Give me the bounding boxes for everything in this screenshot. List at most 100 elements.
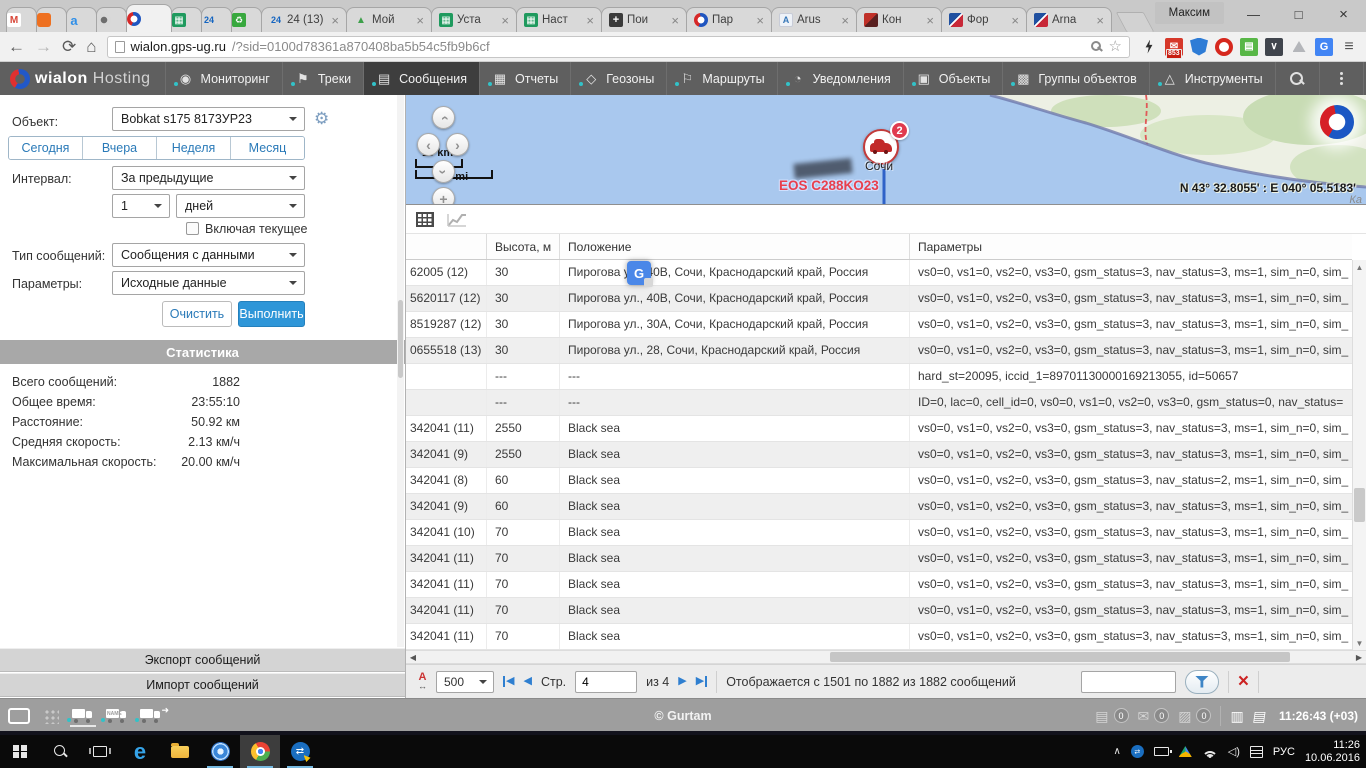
map-pan-up-button[interactable]: › bbox=[432, 106, 455, 129]
drive-extension-icon[interactable] bbox=[1290, 38, 1308, 56]
back-icon[interactable]: ← bbox=[8, 38, 25, 55]
browser-tab[interactable]: Мой × bbox=[346, 7, 432, 32]
teamviewer-tray-icon[interactable]: ⇄ bbox=[1131, 745, 1144, 758]
scroll-right-icon[interactable]: ▶ bbox=[1352, 651, 1366, 663]
table-row[interactable]: 5620117 (12) 30 Пирогова ул., 40В, Сочи,… bbox=[406, 286, 1352, 312]
panel-scrollbar[interactable] bbox=[397, 95, 404, 647]
quick-range-button[interactable]: Месяц bbox=[230, 137, 304, 159]
close-tab-icon[interactable]: × bbox=[841, 14, 849, 27]
scroll-down-icon[interactable]: ▼ bbox=[1353, 636, 1366, 650]
object-select[interactable]: Bobkat s175 8173УР23 bbox=[112, 107, 305, 131]
google-drive-tray-icon[interactable] bbox=[1179, 746, 1192, 757]
tray-expand-icon[interactable]: ∧ bbox=[1113, 746, 1120, 757]
map-pan-down-button[interactable]: › bbox=[432, 160, 455, 183]
nav-item[interactable]: Отчеты bbox=[479, 62, 570, 95]
table-row[interactable]: 342041 (8) 60 Black sea vs0=0, vs1=0, vs… bbox=[406, 468, 1352, 494]
browser-tab[interactable]: × bbox=[171, 7, 202, 32]
new-tab-button[interactable] bbox=[1116, 12, 1155, 32]
table-row[interactable]: 342041 (11) 2550 Black sea vs0=0, vs1=0,… bbox=[406, 416, 1352, 442]
table-row[interactable]: 342041 (11) 70 Black sea vs0=0, vs1=0, v… bbox=[406, 546, 1352, 572]
table-row[interactable]: 342041 (9) 2550 Black sea vs0=0, vs1=0, … bbox=[406, 442, 1352, 468]
table-row[interactable]: 342041 (11) 70 Black sea vs0=0, vs1=0, v… bbox=[406, 624, 1352, 650]
browser-profile-name[interactable]: Максим bbox=[1155, 2, 1224, 24]
quick-range-button[interactable]: Вчера bbox=[82, 137, 156, 159]
wifi-icon[interactable] bbox=[1202, 746, 1218, 758]
show-units-icon[interactable] bbox=[72, 709, 93, 720]
bookmark-star-icon[interactable]: ☆ bbox=[1109, 39, 1122, 54]
vertical-scrollbar[interactable]: ▲ ▼ bbox=[1352, 260, 1366, 650]
close-tab-icon[interactable]: × bbox=[586, 14, 594, 27]
interval-count-select[interactable]: 1 bbox=[112, 194, 170, 218]
language-indicator[interactable]: РУС bbox=[1273, 746, 1295, 758]
translate-extension-icon[interactable]: G bbox=[1315, 38, 1333, 56]
teamviewer-button[interactable]: ⇄ bbox=[280, 735, 320, 768]
nav-item[interactable]: Маршруты bbox=[666, 62, 776, 95]
map[interactable]: › ‹ › › + 10 km 10 mi 2 Сочи EOS C288KO2… bbox=[406, 95, 1366, 205]
wrench-icon[interactable]: ⚙ bbox=[314, 109, 329, 129]
search-button[interactable] bbox=[1275, 62, 1319, 95]
close-button[interactable]: × bbox=[1321, 0, 1366, 28]
prev-page-icon[interactable]: ◀ bbox=[523, 676, 531, 687]
edge-button[interactable]: e bbox=[120, 735, 160, 768]
table-row[interactable]: 62005 (12) 30 Пирогова ул., 40В, Сочи, К… bbox=[406, 260, 1352, 286]
browser-tab[interactable]: × bbox=[231, 7, 262, 32]
browser-tab[interactable]: Уста × bbox=[431, 7, 517, 32]
table-row[interactable]: 342041 (11) 70 Black sea vs0=0, vs1=0, v… bbox=[406, 598, 1352, 624]
scroll-up-icon[interactable]: ▲ bbox=[1353, 260, 1366, 274]
map-pan-right-button[interactable]: › bbox=[446, 133, 469, 156]
battery-icon[interactable] bbox=[1154, 747, 1169, 756]
message-type-select[interactable]: Сообщения с данными bbox=[112, 243, 305, 267]
browser-tab[interactable]: Arus × bbox=[771, 7, 857, 32]
next-page-icon[interactable]: ▶ bbox=[678, 676, 686, 687]
minimize-button[interactable]: — bbox=[1231, 0, 1276, 28]
close-tab-icon[interactable]: × bbox=[1096, 14, 1104, 27]
pocket-extension-icon[interactable]: ∨ bbox=[1265, 38, 1283, 56]
url-field[interactable]: wialon.gps-ug.ru /?sid=0100d78361a870408… bbox=[107, 36, 1130, 58]
close-tab-icon[interactable]: × bbox=[926, 14, 934, 27]
interval-select[interactable]: За предыдущие bbox=[112, 166, 305, 190]
nav-item[interactable]: Объекты bbox=[903, 62, 1003, 95]
clear-filter-icon[interactable]: × bbox=[1238, 672, 1249, 691]
map-zoom-button[interactable]: + bbox=[432, 187, 455, 205]
apps-grid-icon[interactable] bbox=[43, 708, 59, 724]
key-icon[interactable] bbox=[1090, 40, 1103, 53]
taskbar-search-button[interactable] bbox=[40, 735, 80, 768]
filter-input[interactable] bbox=[1081, 671, 1176, 693]
nav-item[interactable]: Треки bbox=[282, 62, 363, 95]
browser-tab[interactable]: Пар × bbox=[686, 7, 772, 32]
clear-button[interactable]: Очистить bbox=[162, 301, 232, 327]
browser-tab[interactable]: Наст × bbox=[516, 7, 602, 32]
table-row[interactable]: 8519287 (12) 30 Пирогова ул., 30А, Сочи,… bbox=[406, 312, 1352, 338]
horizontal-scroll-thumb[interactable] bbox=[830, 652, 1290, 662]
browser-app-button[interactable] bbox=[200, 735, 240, 768]
close-tab-icon[interactable]: × bbox=[1011, 14, 1019, 27]
nav-item[interactable]: Геозоны bbox=[570, 62, 666, 95]
map-source-icon[interactable]: ▤ bbox=[1252, 709, 1267, 723]
sms-icon[interactable]: ✉ bbox=[1138, 709, 1150, 723]
maximize-button[interactable]: □ bbox=[1276, 0, 1321, 28]
mail-extension-icon[interactable]: ✉853 bbox=[1165, 38, 1183, 56]
close-tab-icon[interactable]: × bbox=[331, 14, 339, 27]
follow-units-icon[interactable]: ➜ bbox=[140, 709, 161, 720]
scroll-left-icon[interactable]: ◀ bbox=[406, 651, 420, 663]
nav-item[interactable]: Мониторинг bbox=[165, 62, 282, 95]
browser-tab[interactable]: × bbox=[201, 7, 232, 32]
file-explorer-button[interactable] bbox=[160, 735, 200, 768]
print-extension-icon[interactable]: ▤ bbox=[1240, 38, 1258, 56]
map-pan-left-button[interactable]: ‹ bbox=[417, 133, 440, 156]
browser-tab[interactable]: × bbox=[66, 7, 97, 32]
media-icon[interactable]: ▨ bbox=[1178, 709, 1191, 723]
table-row[interactable]: --- --- ID=0, lac=0, cell_id=0, vs0=0, v… bbox=[406, 390, 1352, 416]
export-messages-button[interactable]: Экспорт сообщений bbox=[0, 648, 405, 672]
import-messages-button[interactable]: Импорт сообщений bbox=[0, 673, 405, 697]
browser-tab[interactable]: Пои × bbox=[601, 7, 687, 32]
task-view-button[interactable] bbox=[80, 735, 120, 768]
action-center-icon[interactable] bbox=[1250, 746, 1263, 758]
include-current-checkbox[interactable] bbox=[186, 222, 199, 235]
reload-icon[interactable]: ⟳ bbox=[62, 38, 76, 55]
nav-item[interactable]: Группы объектов bbox=[1002, 62, 1148, 95]
first-page-icon[interactable]: ◀ bbox=[503, 676, 514, 687]
nav-item[interactable]: Инструменты bbox=[1149, 62, 1275, 95]
more-menu-button[interactable] bbox=[1319, 62, 1363, 95]
toggle-panel-icon[interactable] bbox=[8, 708, 30, 724]
